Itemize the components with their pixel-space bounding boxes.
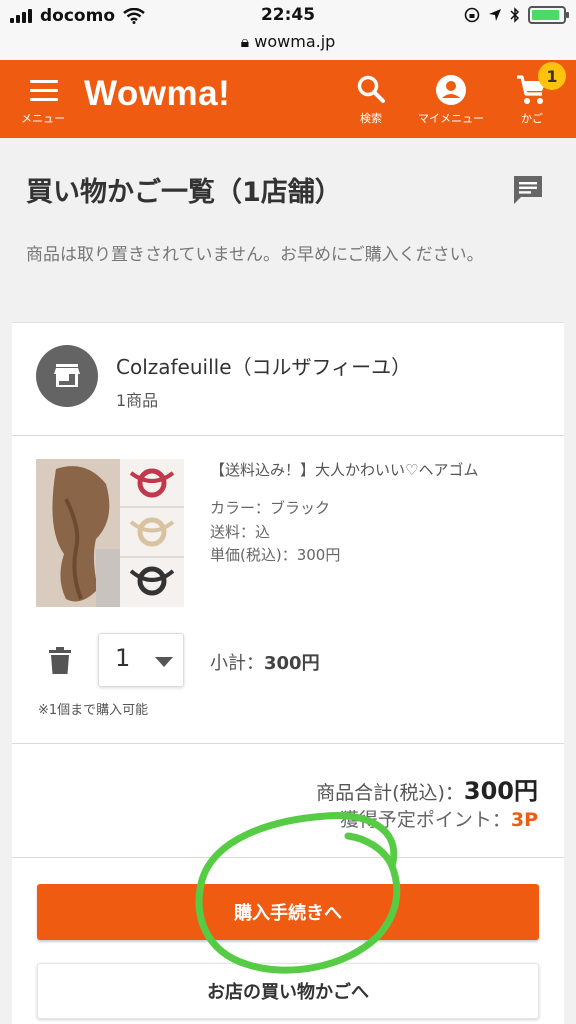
product-shipping: 送料：込 <box>210 523 271 541</box>
shop-cart-card: Colzafeuille（コルザフィーユ） 1商品 【送料込み！】大人かわいい♡… <box>12 322 564 1024</box>
mymenu-label: マイメニュー <box>418 112 484 125</box>
checkout-button[interactable]: 購入手続きへ <box>37 884 539 940</box>
account-icon <box>436 75 466 105</box>
cart-label: かご <box>521 112 543 125</box>
search-icon <box>357 75 385 103</box>
product-image[interactable] <box>36 459 184 607</box>
divider <box>12 857 564 858</box>
store-avatar <box>36 345 98 407</box>
total-label: 商品合計(税込)： <box>316 782 464 804</box>
rotation-lock-icon <box>464 7 480 23</box>
subtotal-value: 300円 <box>264 653 320 674</box>
menu-label: メニュー <box>21 112 65 125</box>
hamburger-icon <box>30 80 58 107</box>
shop-name[interactable]: Colzafeuille（コルザフィーユ） <box>116 351 411 380</box>
total-row: 商品合計(税込)：300円 <box>316 771 538 806</box>
wowma-logo[interactable]: Wowma! <box>84 74 230 114</box>
total-value: 300円 <box>463 777 538 805</box>
shop-cart-button[interactable]: お店の買い物かごへ <box>37 963 539 1019</box>
subtotal: 小計：300円 <box>210 649 320 675</box>
points-row: 獲得予定ポイント：3P <box>340 805 538 832</box>
cart-count-badge: 1 <box>538 62 566 90</box>
product-color: カラー：ブラック <box>210 499 331 517</box>
subtotal-label: 小計： <box>210 653 264 674</box>
reservation-notice: 商品は取り置きされていません。お早めにご購入ください。 <box>26 245 484 265</box>
menu-button[interactable]: メニュー <box>14 60 72 138</box>
url-text: wowma.jp <box>254 32 336 51</box>
points-value: 3P <box>510 809 538 831</box>
quantity-select[interactable]: 1 <box>98 633 184 687</box>
store-icon <box>54 364 80 387</box>
bluetooth-icon <box>510 7 520 23</box>
battery-level <box>532 10 559 20</box>
location-icon <box>489 9 501 21</box>
page-title: 買い物かご一覧（1店舗） <box>26 177 342 208</box>
divider <box>12 435 564 436</box>
status-bar: docomo 22:45 🔒︎ wowma.jp <box>0 0 576 60</box>
battery-icon <box>528 6 569 24</box>
quantity-value: 1 <box>115 644 131 672</box>
site-header: メニュー Wowma! 検索 マイメニュー かご <box>0 60 576 138</box>
search-button[interactable]: 検索 <box>340 60 402 138</box>
chevron-down-icon <box>155 657 173 667</box>
product-title[interactable]: 【送料込み！】大人かわいい♡ヘアゴム <box>210 459 478 480</box>
chat-icon[interactable] <box>512 174 544 206</box>
shop-item-count: 1商品 <box>116 391 159 410</box>
search-label: 検索 <box>360 112 382 125</box>
purchase-limit-note: ※1個まで購入可能 <box>38 703 149 718</box>
divider <box>12 743 564 744</box>
product-unit-price: 単価(税込)：300円 <box>210 546 341 564</box>
lock-icon: 🔒︎ <box>240 32 250 51</box>
points-label: 獲得予定ポイント： <box>339 809 511 831</box>
trash-icon[interactable] <box>48 647 72 675</box>
mymenu-button[interactable]: マイメニュー <box>410 60 492 138</box>
url-bar[interactable]: 🔒︎ wowma.jp <box>0 32 576 52</box>
